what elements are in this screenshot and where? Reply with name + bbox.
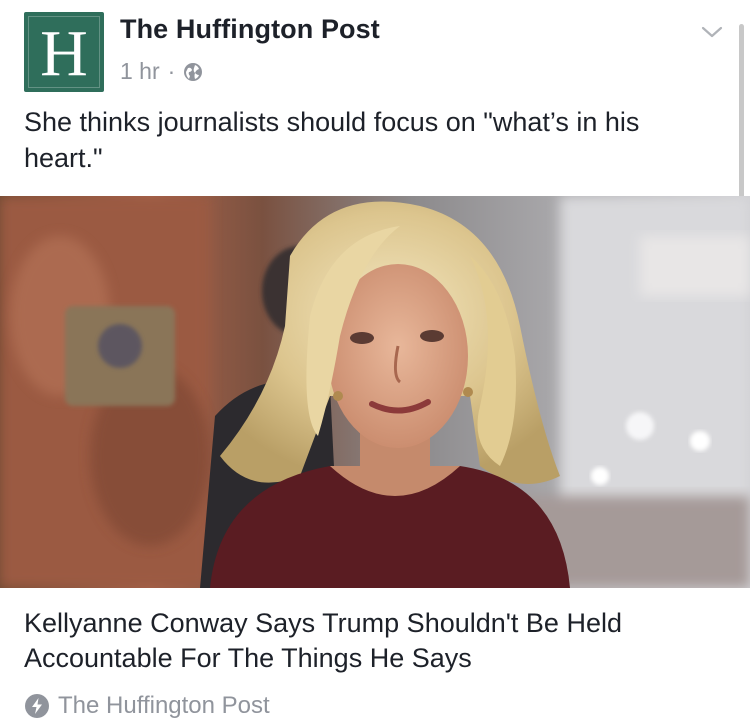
globe-icon [184, 62, 203, 81]
article-source-name: The Huffington Post [58, 692, 270, 719]
scrollbar[interactable] [739, 24, 744, 202]
page-name[interactable]: The Huffington Post [120, 14, 380, 45]
instant-article-bolt-icon [25, 694, 49, 718]
page-avatar[interactable]: H [24, 12, 104, 92]
article-source: The Huffington Post [24, 692, 270, 720]
post-text: She thinks journalists should focus on "… [24, 107, 640, 173]
avatar-letter: H [40, 17, 88, 90]
link-preview[interactable]: Kellyanne Conway Says Trump Shouldn't Be… [0, 590, 750, 725]
article-photo[interactable] [0, 196, 750, 588]
post-timestamp[interactable]: 1 hr [120, 58, 160, 85]
meta-separator: · [167, 58, 176, 84]
post-header: H The Huffington Post 1 hr · She thinks … [0, 0, 750, 202]
article-photo-illustration [0, 196, 750, 588]
post-meta: 1 hr · [120, 58, 203, 85]
article-headline[interactable]: Kellyanne Conway Says Trump Shouldn't Be… [24, 606, 724, 676]
chevron-down-icon[interactable] [700, 20, 724, 44]
